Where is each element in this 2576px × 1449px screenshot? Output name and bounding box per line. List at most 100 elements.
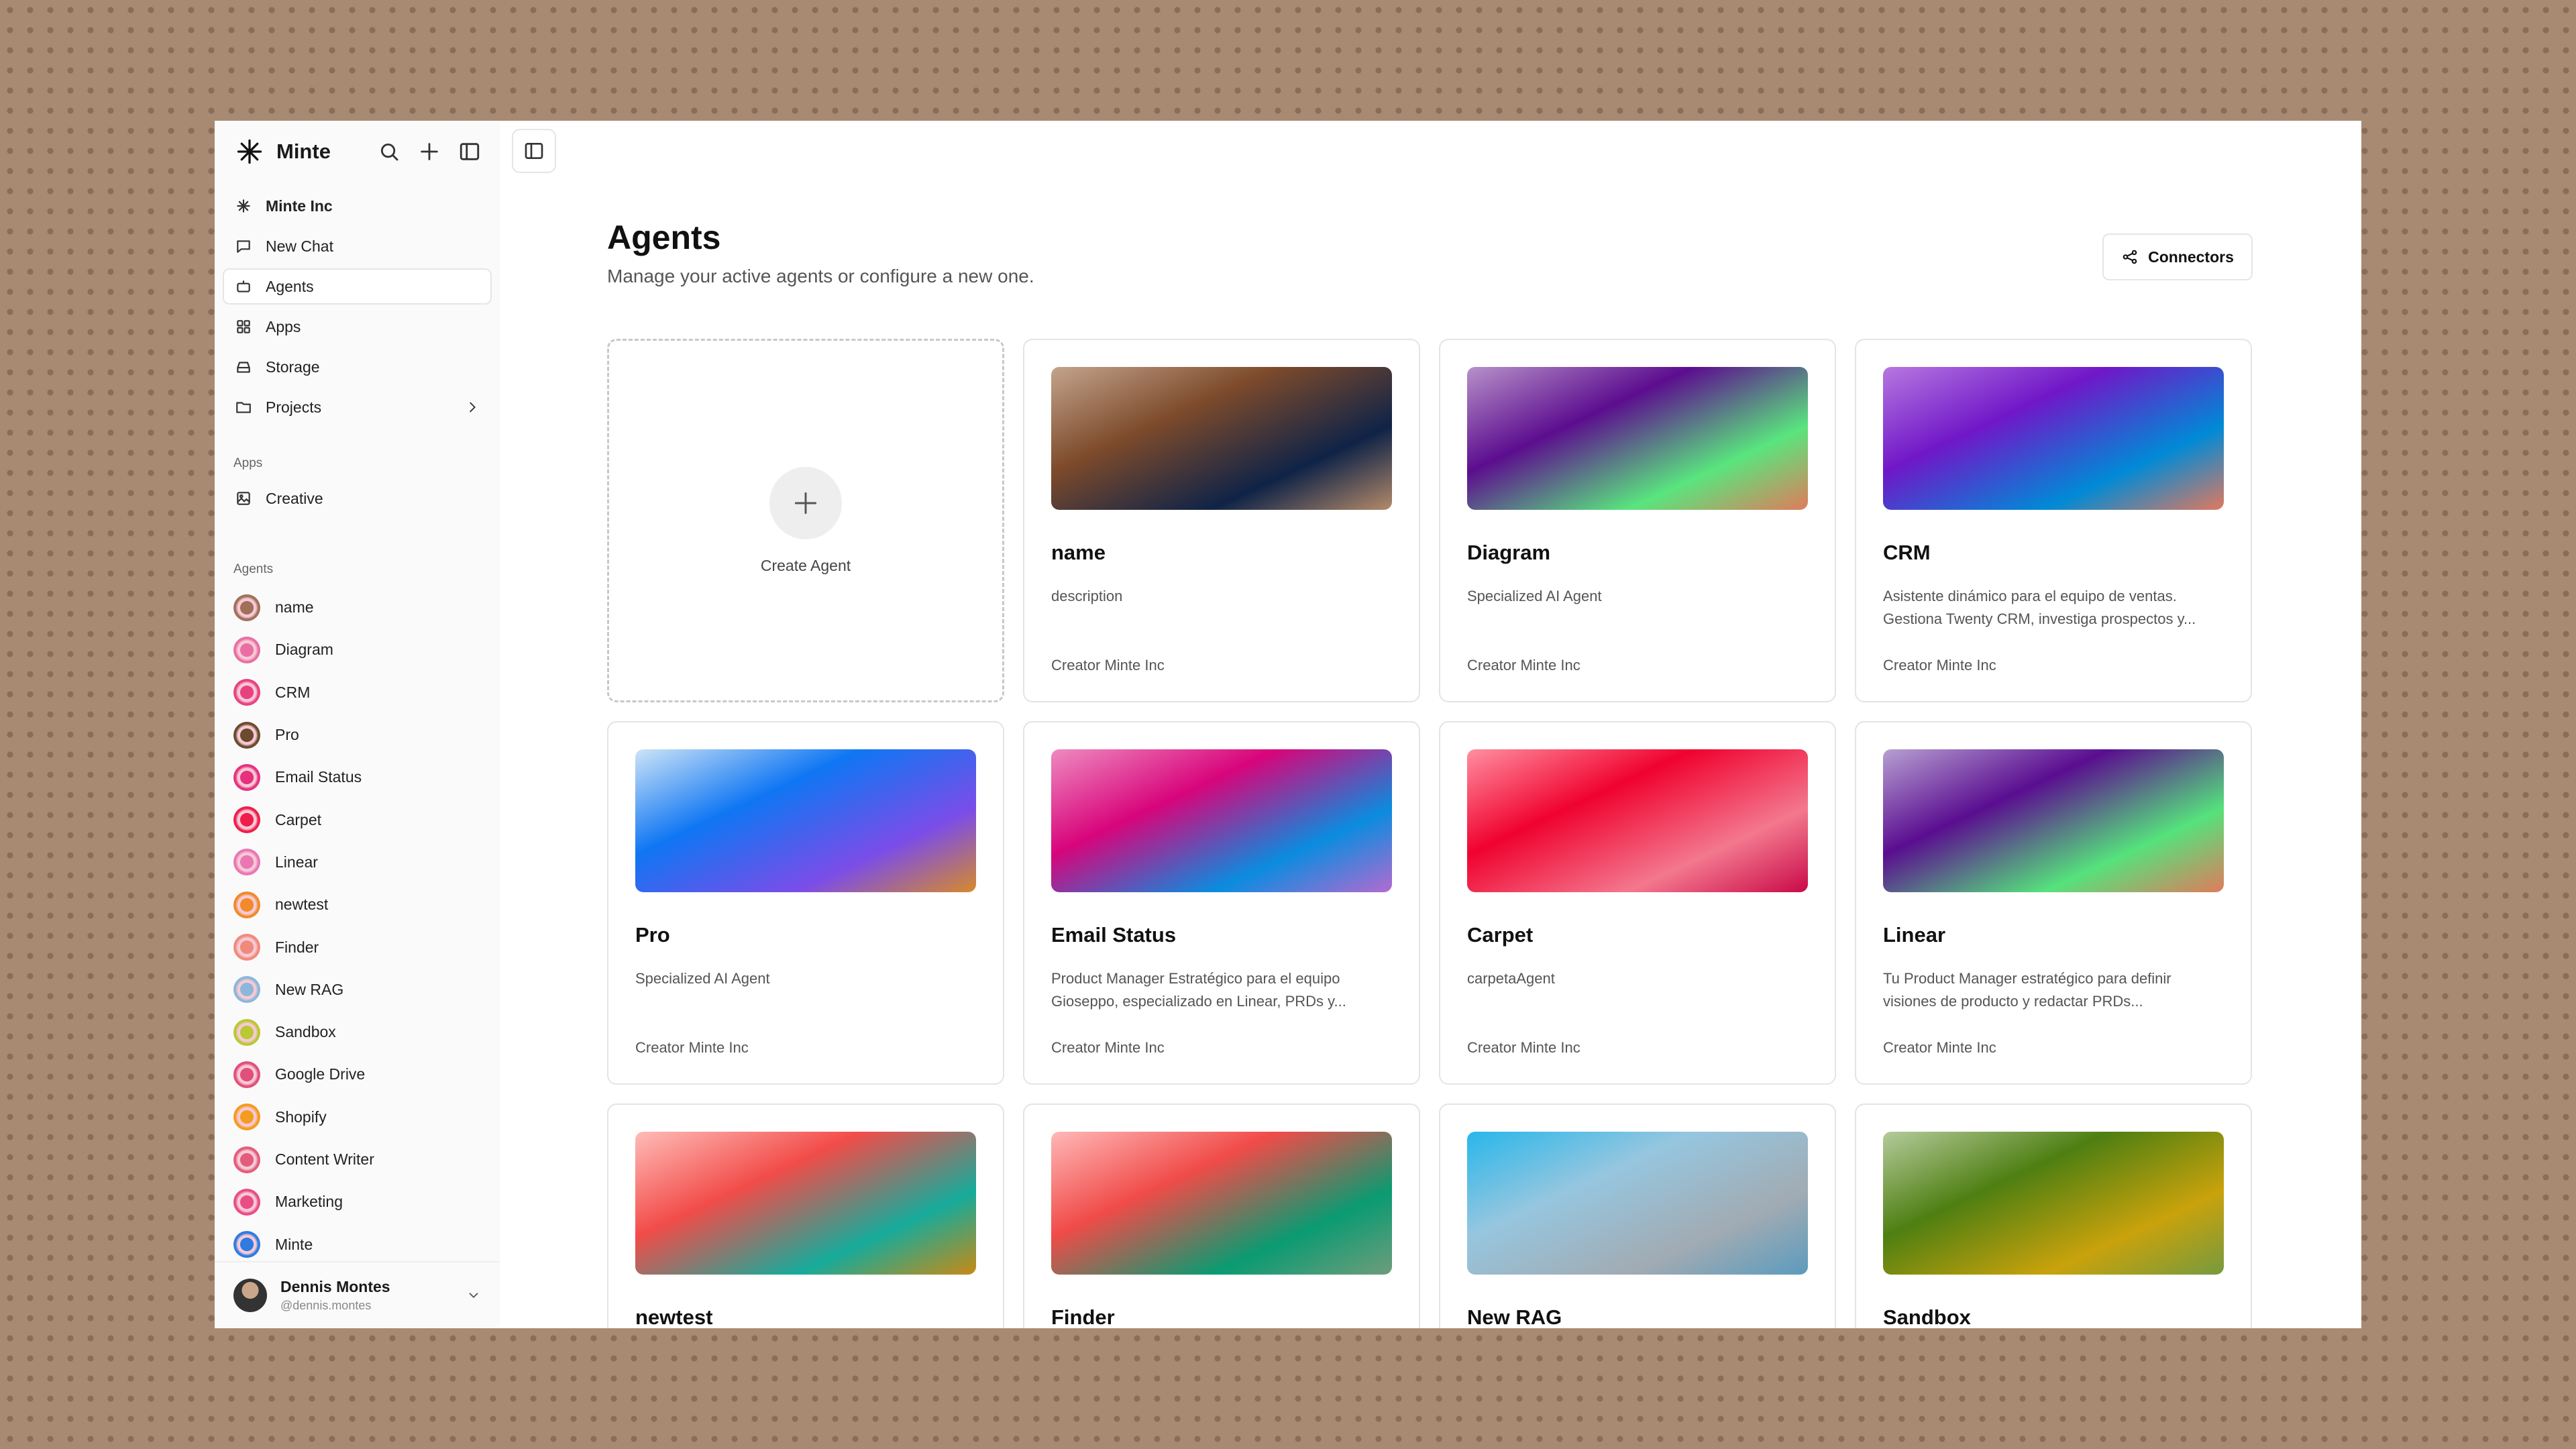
apps-section-label: Apps [233, 456, 263, 470]
page-title: Agents [607, 219, 721, 256]
agent-cover-image [1467, 749, 1808, 892]
sidebar-item-apps[interactable]: Apps [223, 309, 492, 345]
sidebar-agent-item[interactable]: Content Writer [223, 1138, 492, 1181]
agent-card[interactable]: Diagram Specialized AI Agent Creator Minte… [1439, 339, 1836, 702]
agent-card-description: carpetaAgent [1467, 970, 1555, 987]
sidebar-agent-label: Minte [275, 1235, 313, 1253]
sidebar-toggle-icon[interactable] [458, 140, 481, 163]
user-menu[interactable]: Dennis Montes @dennis.montes [215, 1261, 500, 1328]
sidebar-agent-item[interactable]: Diagram [223, 629, 492, 671]
agent-card-description: Tu Product Manager estratégico para defi… [1883, 970, 2171, 1010]
agent-avatar-icon [233, 763, 260, 791]
sidebar-item-label: Creative [266, 489, 323, 507]
sidebar-item-label: New Chat [266, 237, 333, 255]
brand-name: Minte [276, 140, 331, 163]
panel-toggle-button[interactable] [512, 129, 556, 173]
agents-list: name Diagram CRM Pro Email Status Carpet Linea… [215, 586, 500, 1328]
agent-card-title: Diagram [1467, 541, 1551, 564]
agent-card-title: Email Status [1051, 923, 1177, 947]
chevron-right-icon [470, 402, 476, 413]
agent-card-title: Linear [1883, 923, 1946, 947]
create-agent-label: Create Agent [760, 556, 851, 574]
sidebar-agent-label: Diagram [275, 641, 333, 659]
agent-card[interactable]: Email Status Product Manager Estratégico … [1023, 721, 1420, 1085]
agent-card-creator: Creator Minte Inc [635, 1039, 749, 1056]
sidebar-agent-item[interactable]: Linear [223, 841, 492, 883]
sidebar-item-label: Projects [266, 398, 322, 416]
image-icon [235, 490, 252, 507]
sidebar-agent-label: Marketing [275, 1193, 343, 1211]
agent-cover-image [1883, 1132, 2224, 1275]
connectors-button[interactable]: Connectors [2102, 233, 2253, 280]
agents-section-label: Agents [233, 562, 274, 576]
search-icon[interactable] [378, 140, 400, 163]
agent-avatar-icon [233, 1231, 260, 1258]
agent-avatar-icon [233, 806, 260, 834]
sidebar-agent-label: Linear [275, 853, 318, 871]
sidebar-agent-item[interactable]: newtest [223, 883, 492, 926]
sidebar-agent-item[interactable]: Finder [223, 926, 492, 968]
sidebar-agent-item[interactable]: CRM [223, 672, 492, 714]
sidebar-agent-item[interactable]: name [223, 586, 492, 629]
sidebar-item-label: Storage [266, 358, 320, 376]
sidebar-agent-label: Finder [275, 938, 319, 956]
agent-avatar-icon [233, 636, 260, 663]
sidebar-item-creative[interactable]: Creative [223, 480, 492, 517]
connectors-label: Connectors [2148, 248, 2234, 266]
agent-card-creator: Creator Minte Inc [1051, 1039, 1165, 1056]
storage-icon [235, 358, 252, 376]
sidebar-agent-label: Content Writer [275, 1150, 374, 1168]
user-handle: @dennis.montes [280, 1299, 372, 1312]
agent-card-title: Carpet [1467, 923, 1534, 947]
sidebar-panel-icon [525, 143, 543, 159]
sidebar-item-agents[interactable]: Agents [223, 268, 492, 305]
chevron-down-icon [469, 1293, 478, 1299]
agent-card-description: Specialized AI Agent [635, 970, 770, 987]
sidebar-item-org[interactable]: Minte Inc [223, 188, 492, 224]
plus-icon[interactable] [418, 140, 441, 163]
sidebar-item-storage[interactable]: Storage [223, 349, 492, 385]
agent-card[interactable]: Sandbox [1855, 1104, 2252, 1328]
sidebar-agent-label: Carpet [275, 810, 322, 828]
agent-card-title: CRM [1883, 541, 1931, 564]
sidebar-agent-label: Email Status [275, 768, 362, 786]
agent-avatar-icon [233, 1188, 260, 1216]
brand[interactable]: Minte [235, 137, 331, 166]
agent-card[interactable]: Pro Specialized AI Agent Creator Minte Inc [607, 721, 1004, 1085]
sidebar-item-projects[interactable]: Projects [223, 389, 492, 425]
agent-card-title: New RAG [1467, 1305, 1562, 1328]
sidebar-agent-label: CRM [275, 683, 311, 701]
sidebar-agent-label: Sandbox [275, 1023, 336, 1041]
sidebar-agent-item[interactable]: Marketing [223, 1181, 492, 1223]
create-agent-card[interactable]: Create Agent [607, 339, 1004, 702]
sidebar-item-new-chat[interactable]: New Chat [223, 228, 492, 264]
agent-avatar-icon [233, 1061, 260, 1088]
main-content: Agents Manage your active agents or conf… [500, 121, 2361, 1328]
sidebar-agent-item[interactable]: Email Status [223, 756, 492, 798]
page-subtitle: Manage your active agents or configure a… [607, 266, 1034, 286]
agent-card-creator: Creator Minte Inc [1883, 1039, 1996, 1056]
sidebar-agent-item[interactable]: New RAG [223, 969, 492, 1011]
agent-avatar-icon [233, 1018, 260, 1046]
agent-card[interactable]: New RAG [1439, 1104, 1836, 1328]
agent-cover-image [1051, 749, 1392, 892]
sidebar-agent-item[interactable]: Sandbox [223, 1011, 492, 1053]
sidebar-agent-item[interactable]: Google Drive [223, 1053, 492, 1095]
agent-card[interactable]: Linear Tu Product Manager estratégico par… [1855, 721, 2252, 1085]
agent-card[interactable]: Carpet carpetaAgent Creator Minte Inc [1439, 721, 1836, 1085]
agent-card[interactable]: name description Creator Minte Inc [1023, 339, 1420, 702]
agent-card[interactable]: newtest [607, 1104, 1004, 1328]
agent-card[interactable]: CRM Asistente dinámico para el equipo de … [1855, 339, 2252, 702]
agent-card-title: Pro [635, 923, 670, 947]
sidebar-agent-item[interactable]: Pro [223, 714, 492, 756]
sidebar-agent-item[interactable]: Minte [223, 1223, 492, 1265]
sidebar-agent-item[interactable]: Carpet [223, 798, 492, 841]
user-name: Dennis Montes [280, 1278, 390, 1295]
agent-card[interactable]: Finder [1023, 1104, 1420, 1328]
avatar [233, 1279, 267, 1312]
robot-icon [235, 278, 252, 295]
sidebar-item-label: Agents [266, 277, 314, 295]
agent-cover-image [1883, 367, 2224, 510]
sidebar-agent-item[interactable]: Shopify [223, 1096, 492, 1138]
agent-card-description: Product Manager Estratégico para el equi… [1051, 970, 1346, 1010]
